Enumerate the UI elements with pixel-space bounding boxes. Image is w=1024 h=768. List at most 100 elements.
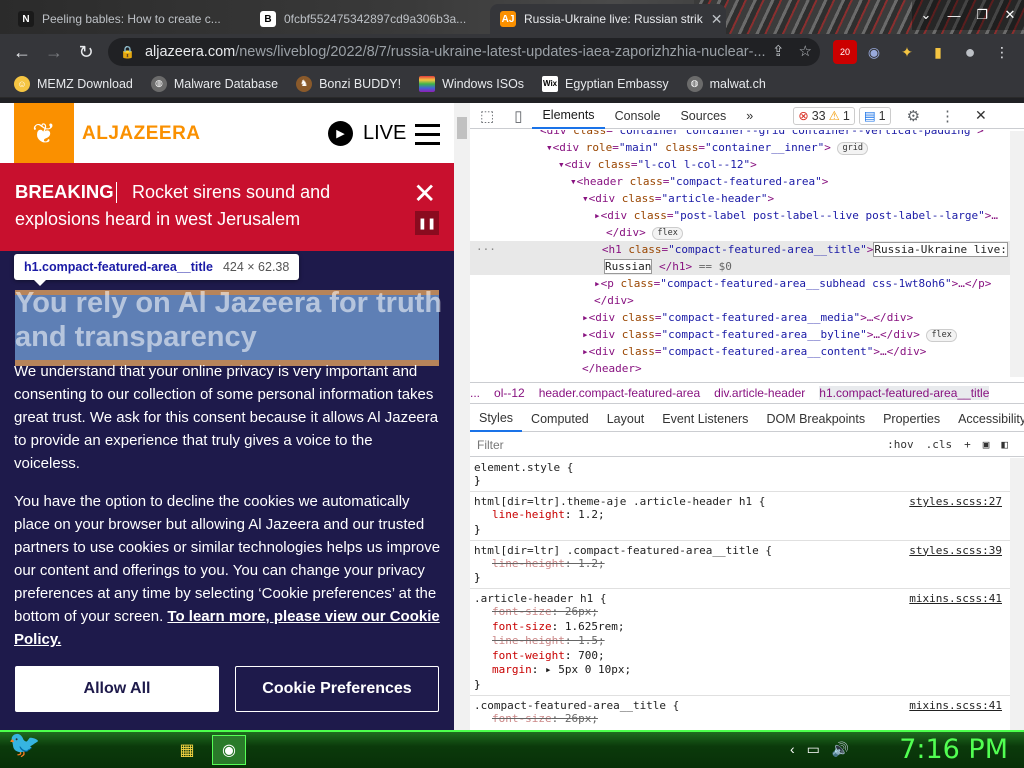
- bookmark-label: malwat.ch: [709, 76, 766, 91]
- style-rule[interactable]: .article-header h1 { mixins.scss:41 font…: [470, 589, 1010, 696]
- clock[interactable]: 7:16 PM: [899, 734, 1008, 765]
- start-button-icon[interactable]: 🐦: [8, 729, 48, 767]
- styles-scrollbar[interactable]: [1010, 458, 1024, 730]
- live-button[interactable]: ▶ LIVE: [328, 121, 406, 146]
- allow-all-button[interactable]: Allow All: [15, 666, 219, 712]
- dom-line[interactable]: ▸<div class="compact-featured-area__byli…: [470, 326, 1010, 343]
- dom-line[interactable]: </div>: [470, 292, 1010, 309]
- tab-3-active[interactable]: AJ Russia-Ukraine live: Russian strik ✕: [490, 4, 726, 34]
- dom-tree[interactable]: <div class="container container--grid co…: [470, 130, 1010, 377]
- dom-line[interactable]: ▸<div class="compact-featured-area__medi…: [470, 309, 1010, 326]
- bookmark-memz[interactable]: ☺ MEMZ Download: [14, 75, 133, 92]
- dom-line[interactable]: ▾<div class="l-col l-col--12">: [470, 156, 1010, 173]
- restore-icon[interactable]: ❐: [968, 7, 996, 23]
- aljazeera-logo-icon[interactable]: ❦: [14, 103, 74, 163]
- style-rule[interactable]: html[dir=ltr] .compact-featured-area__ti…: [470, 541, 1010, 589]
- hov-toggle[interactable]: :hov: [887, 438, 914, 451]
- ublock-icon[interactable]: 20: [833, 40, 857, 64]
- crumb[interactable]: div.article-header: [714, 386, 805, 400]
- styles-filter-input[interactable]: Filter :hov .cls + ▣ ◧: [470, 433, 1024, 457]
- settings-gear-icon[interactable]: ⚙: [897, 103, 930, 129]
- reload-icon[interactable]: ↻: [70, 42, 102, 63]
- add-rule-icon[interactable]: +: [964, 438, 971, 451]
- chevron-icon[interactable]: ‹: [790, 741, 795, 758]
- dom-scrollbar[interactable]: [1010, 131, 1024, 377]
- page-scrollbar[interactable]: [454, 103, 470, 730]
- forward-icon[interactable]: →: [38, 42, 70, 63]
- dom-line[interactable]: </div> flex: [470, 224, 1010, 241]
- dom-line[interactable]: <div class="container container--grid co…: [470, 130, 1010, 139]
- puzzle-icon[interactable]: ✦: [895, 40, 919, 64]
- close-devtools-icon[interactable]: ✕: [965, 103, 997, 129]
- bookmark-star-icon[interactable]: ☆: [799, 42, 812, 60]
- crumb[interactable]: ...: [470, 386, 480, 400]
- tab-elements[interactable]: Elements: [532, 103, 605, 129]
- close-window-icon[interactable]: ✕: [996, 7, 1024, 23]
- device-toolbar-icon[interactable]: ▯: [504, 103, 532, 129]
- tab-styles[interactable]: Styles: [470, 406, 523, 432]
- close-icon[interactable]: ✕: [413, 177, 436, 210]
- chevron-down-icon[interactable]: ⌄: [912, 7, 940, 23]
- issues-counter[interactable]: ⊗ 33 ⚠ 1: [793, 106, 855, 125]
- tab-sources[interactable]: Sources: [670, 103, 736, 129]
- breaking-headline[interactable]: Rocket sirens sound and explosions heard…: [15, 179, 395, 233]
- menu-kebab-icon[interactable]: ⋮: [990, 40, 1014, 64]
- address-bar[interactable]: 🔒 aljazeera.com /news/liveblog/2022/8/7/…: [108, 38, 820, 66]
- tab-properties[interactable]: Properties: [874, 406, 949, 432]
- cookie-preferences-button[interactable]: Cookie Preferences: [235, 666, 439, 712]
- share-icon[interactable]: ⇪: [772, 42, 785, 60]
- back-icon[interactable]: ←: [6, 42, 38, 63]
- tab-dom-breakpoints[interactable]: DOM Breakpoints: [757, 406, 874, 432]
- close-tab-icon[interactable]: ✕: [703, 11, 723, 28]
- dom-line-selected[interactable]: ··· <h1 class="compact-featured-area__ti…: [470, 241, 1010, 258]
- crumb-active[interactable]: h1.compact-featured-area__title: [819, 386, 990, 400]
- tab-console[interactable]: Console: [605, 103, 671, 129]
- style-rule[interactable]: element.style { }: [470, 458, 1010, 492]
- inspect-element-icon[interactable]: ⬚: [470, 103, 504, 129]
- minimize-icon[interactable]: —: [940, 8, 968, 23]
- tab-2[interactable]: B 0fcbf552475342897cd9a306b3a...: [250, 4, 486, 34]
- lock-icon[interactable]: 🔒: [120, 45, 135, 59]
- sidebar-toggle-icon[interactable]: ◧: [1001, 438, 1008, 451]
- site-logo-text[interactable]: ALJAZEERA: [82, 123, 201, 145]
- messages-counter[interactable]: ▤ 1: [858, 106, 891, 125]
- paint-icon[interactable]: ▣: [983, 438, 990, 451]
- bookmark-windows-isos[interactable]: Windows ISOs: [419, 75, 524, 92]
- bookmark-malwatch[interactable]: ◍ malwat.ch: [686, 75, 766, 92]
- hamburger-menu-icon[interactable]: [415, 124, 440, 151]
- more-tabs-icon[interactable]: »: [736, 103, 763, 129]
- profile-avatar-icon[interactable]: ●: [958, 40, 982, 64]
- crumb[interactable]: header.compact-featured-area: [539, 386, 700, 400]
- chrome-icon[interactable]: ◉: [212, 735, 246, 765]
- scrollbar-thumb[interactable]: [457, 117, 467, 139]
- dom-line[interactable]: ▸<div class="post-label post-label--live…: [470, 207, 1010, 224]
- tab-accessibility[interactable]: Accessibility: [949, 406, 1024, 432]
- bookmark-egyptian-embassy[interactable]: Wix Egyptian Embassy: [542, 75, 669, 92]
- flag-extension-icon[interactable]: ◉: [862, 40, 886, 64]
- dom-line[interactable]: ▾<div role="main" class="container__inne…: [470, 139, 1010, 156]
- styles-pane[interactable]: element.style { } html[dir=ltr].theme-aj…: [470, 458, 1010, 730]
- style-rule[interactable]: html[dir=ltr].theme-aje .article-header …: [470, 492, 1010, 541]
- dom-line[interactable]: ▾<header class="compact-featured-area">: [470, 173, 1010, 190]
- bookmark-bonzi[interactable]: ♞ Bonzi BUDDY!: [296, 75, 401, 92]
- tab-event-listeners[interactable]: Event Listeners: [653, 406, 757, 432]
- dom-line-selected-cont[interactable]: Russian </h1> == $0: [470, 258, 1010, 275]
- dom-line[interactable]: ▸<div class="compact-featured-area__cont…: [470, 343, 1010, 360]
- pause-icon[interactable]: ❚❚: [415, 211, 439, 235]
- tab-1[interactable]: N Peeling bables: How to create c...: [8, 4, 244, 34]
- dom-line[interactable]: ▸<p class="compact-featured-area__subhea…: [470, 275, 1010, 292]
- breaking-news-banner: BREAKING Rocket sirens sound and explosi…: [0, 163, 454, 251]
- style-rule[interactable]: .compact-featured-area__title { mixins.s…: [470, 696, 1010, 731]
- tab-computed[interactable]: Computed: [522, 406, 598, 432]
- volume-icon[interactable]: 🔊: [832, 741, 849, 758]
- crumb[interactable]: ol--12: [494, 386, 525, 400]
- folder-icon[interactable]: ▦: [170, 735, 204, 765]
- devtools-kebab-icon[interactable]: ⋮: [930, 103, 965, 129]
- dom-line[interactable]: ▾<div class="article-header">: [470, 190, 1010, 207]
- dom-line[interactable]: </header>: [470, 360, 1010, 377]
- network-icon[interactable]: ▭: [807, 741, 820, 758]
- bookmark-malware-db[interactable]: ◍ Malware Database: [150, 75, 278, 92]
- tab-layout[interactable]: Layout: [598, 406, 654, 432]
- cls-toggle[interactable]: .cls: [926, 438, 953, 451]
- sidebar-icon[interactable]: ▮: [926, 40, 950, 64]
